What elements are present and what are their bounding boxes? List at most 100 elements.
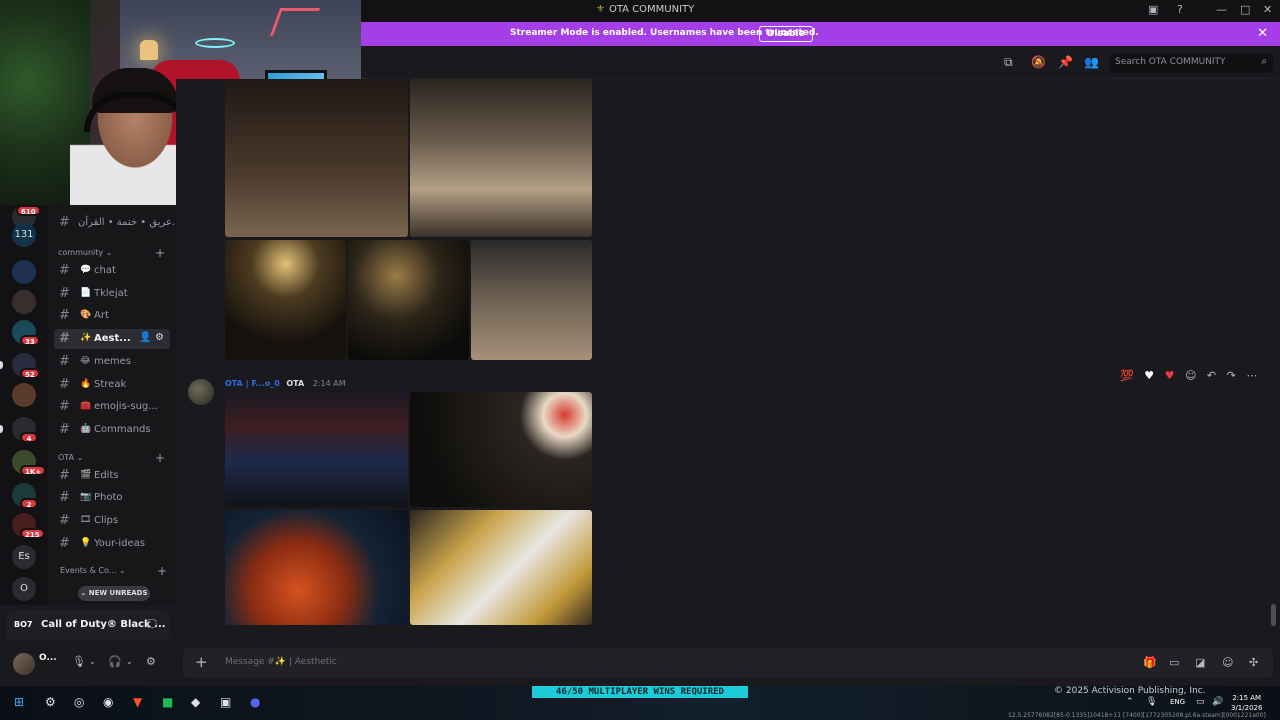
avatar[interactable] [13, 653, 35, 675]
threads-icon[interactable]: ⧉ [1004, 55, 1013, 70]
chevron-down-icon[interactable]: ⌄ [126, 657, 133, 666]
message-composer[interactable]: + Message #✨ | Aesthetic 🎁 ▭ ◪ ☺ ✣ [183, 648, 1273, 678]
mic-tray-icon[interactable]: 🎙 [1146, 697, 1157, 707]
channel-commands[interactable]: # 🤖 Commands [54, 420, 170, 440]
reply-icon[interactable]: ↶ [1207, 369, 1216, 382]
disable-streamer-button[interactable]: Disable [759, 26, 813, 42]
help-icon[interactable]: ? [1177, 3, 1183, 16]
image-attachment[interactable] [348, 240, 469, 360]
channel-tklejat[interactable]: # 📄 Tklejat [54, 284, 170, 304]
members-icon[interactable]: 👥 [1084, 55, 1099, 69]
sticker-icon[interactable]: ◪ [1195, 656, 1205, 669]
channel-emoji: 💡 [80, 537, 92, 548]
app-icon[interactable]: ■ [162, 695, 173, 709]
image-attachment[interactable] [225, 510, 408, 625]
volume-icon[interactable]: 🔊 [1212, 697, 1223, 707]
app-icon[interactable]: ◉ [103, 695, 113, 709]
network-icon[interactable]: ▭ [1196, 697, 1205, 707]
channel-emoji: 🎞 [80, 515, 92, 525]
emoji-icon[interactable]: ☺ [1222, 656, 1233, 669]
server-icon[interactable] [12, 290, 36, 314]
brave-icon[interactable]: ▼ [133, 695, 142, 709]
forward-icon[interactable]: ↷ [1227, 369, 1236, 382]
app-icon[interactable]: ◎ [74, 695, 84, 709]
image-attachment[interactable] [225, 79, 408, 237]
activity-panel[interactable]: BO7 Call of Duty® Black ... 🖵 [6, 610, 170, 640]
unread-badge: 4 [20, 432, 38, 443]
steam-icon[interactable]: ◆ [191, 695, 200, 709]
chevron-up-icon[interactable]: ⌃ [1126, 697, 1134, 707]
chevron-down-icon[interactable]: ⌄ [89, 657, 96, 666]
language-indicator[interactable]: ENG [1170, 698, 1185, 706]
avatar[interactable] [188, 379, 214, 405]
image-attachment[interactable] [471, 240, 592, 360]
search-input[interactable]: Search OTA COMMUNITY ⌕ [1110, 53, 1273, 73]
add-channel-icon[interactable]: + [155, 451, 165, 465]
channel-quran[interactable]: # عريق • ختمة • القرآن... [54, 213, 176, 233]
gear-icon[interactable]: ⚙ [146, 655, 156, 668]
channel-category[interactable]: OTA ⌄ + [58, 451, 165, 465]
message-timestamp: 2:14 AM [312, 379, 346, 388]
image-attachment[interactable] [410, 79, 592, 237]
image-attachment[interactable] [225, 240, 346, 360]
inbox-icon[interactable]: ▣ [1148, 3, 1158, 16]
server-icon[interactable] [12, 383, 36, 407]
server-icon[interactable]: Es [12, 545, 36, 569]
channel-memes[interactable]: # 😂 memes [54, 352, 170, 372]
add-channel-icon[interactable]: + [157, 564, 167, 578]
channel-category[interactable]: Events & Co... ⌄ + [60, 564, 167, 578]
pin-icon[interactable]: 📌 [1058, 55, 1073, 69]
gif-icon[interactable]: ▭ [1169, 656, 1179, 669]
more-icon[interactable]: ⋯ [1246, 369, 1257, 382]
channel-emoji: 📷 [80, 492, 92, 503]
server-icon[interactable]: 131 [12, 223, 36, 247]
channel-category[interactable]: community ⌄ + [58, 246, 165, 260]
message-author[interactable]: OTA | F...o_0 [225, 379, 280, 388]
add-attachment-icon[interactable]: + [195, 653, 208, 671]
image-attachment[interactable] [410, 392, 592, 507]
channel-yourideas[interactable]: # 💡 Your-ideas [54, 534, 170, 554]
maximize-icon[interactable]: □ [1240, 3, 1250, 16]
hash-icon: # [59, 376, 70, 392]
system-clock[interactable]: 2:15 AM 3/1/2026 [1231, 693, 1262, 713]
image-attachment[interactable] [410, 510, 592, 625]
discord-app: ⚜ OTA COMMUNITY ▣ ? — □ ✕ Streamer Mode i… [0, 0, 1280, 686]
add-channel-icon[interactable]: + [155, 246, 165, 260]
hash-icon: # [59, 399, 70, 415]
channel-aest[interactable]: # ✨ Aest... 👤 ⚙ [54, 329, 170, 350]
channel-edits[interactable]: # 🎬 Edits [54, 466, 170, 486]
app-icon[interactable]: ⚙ [45, 695, 56, 709]
unread-badge: 610 [16, 205, 41, 216]
channel-photo[interactable]: # 📷 Photo [54, 488, 170, 508]
server-icon[interactable]: O [12, 577, 36, 601]
channel-emojissug[interactable]: # 🧰 emojis-sug... [54, 397, 170, 417]
discord-icon[interactable]: ● [250, 695, 260, 709]
hundred-react-icon[interactable]: 💯 [1120, 369, 1134, 382]
microphone-icon[interactable]: 🎙 [72, 655, 86, 668]
minimize-icon[interactable]: — [1216, 3, 1227, 16]
red-heart-icon[interactable]: ♥ [1165, 369, 1175, 382]
channel-streak[interactable]: # 🔥 Streak [54, 375, 170, 395]
monitor-icon[interactable]: 🖵 [146, 617, 157, 631]
server-icon[interactable] [12, 260, 36, 284]
channel-art[interactable]: # 🎨 Art [54, 306, 170, 326]
close-banner-icon[interactable]: ✕ [1257, 26, 1268, 41]
scrollbar[interactable] [1271, 604, 1276, 626]
new-unreads-button[interactable]: ⌄ NEW UNREADS [78, 586, 150, 601]
headphones-icon[interactable]: 🎧 [108, 655, 122, 668]
channel-settings-icon[interactable]: 👤 ⚙ [139, 332, 164, 343]
mute-bell-icon[interactable]: 🔕 [1031, 55, 1046, 69]
white-heart-icon[interactable]: ♥ [1144, 369, 1154, 382]
add-reaction-icon[interactable]: ☺ [1185, 369, 1196, 382]
user-panel: O... 🎙 ⌄ 🎧 ⌄ ⚙ [6, 645, 170, 681]
channel-chat[interactable]: # 💬 chat [54, 261, 170, 281]
gift-icon[interactable]: 🎁 [1143, 656, 1157, 669]
image-attachment[interactable] [225, 392, 408, 507]
cod-icon[interactable]: ▣ [220, 695, 231, 709]
apps-icon[interactable]: ✣ [1249, 656, 1258, 669]
channel-clips[interactable]: # 🎞 Clips [54, 511, 170, 531]
unread-badge: 215 [20, 528, 45, 539]
close-window-icon[interactable]: ✕ [1263, 3, 1272, 16]
channel-name: chat [94, 265, 116, 276]
windows-start-icon[interactable]: ⊞ [14, 695, 24, 709]
